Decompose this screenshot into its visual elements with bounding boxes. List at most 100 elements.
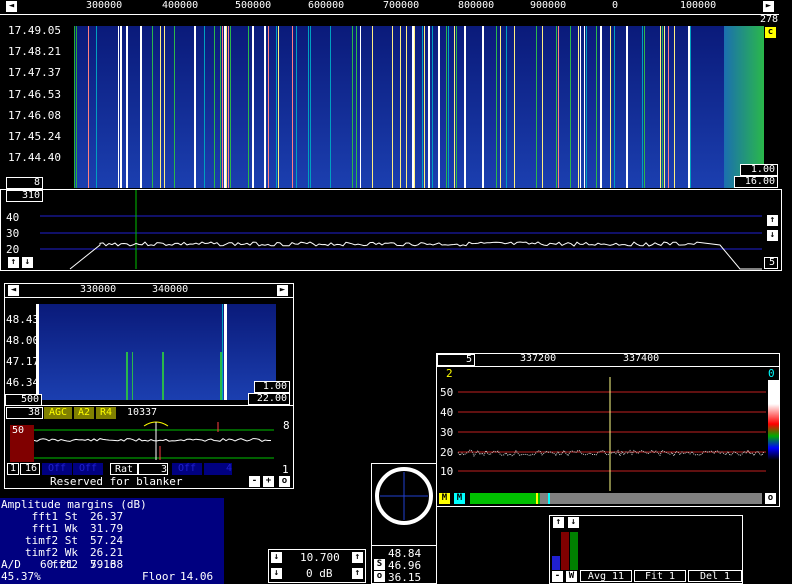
main-freq-label: 800000 [458,0,495,11]
floor-label: Floor [142,570,176,583]
sub-right-num: 8 [283,419,290,432]
amplitude-row-label: fft2 [51,558,79,571]
agc-down-button[interactable]: ↓ [568,517,579,528]
baseband-y-label: 30 [440,426,454,439]
avg-label: Avg [587,571,606,582]
baseband-freq-label: 337200 [520,353,557,364]
baseband-graph[interactable] [436,367,780,493]
main-freq-label: 100000 [680,0,717,11]
main-right-box-2[interactable]: 16.00 [734,176,778,188]
baseband-y-label: 50 [440,386,454,399]
baseband-o-button[interactable]: o [765,493,776,504]
meter-value-3: 36.15 [388,571,422,584]
four-button[interactable]: 4 [204,463,232,475]
main-spectrum-right-box[interactable]: 5 [764,257,778,269]
scroll-left-button[interactable]: ◄ [6,1,17,12]
agc-bar-green [570,532,578,570]
percent-value: 45.37% [1,570,41,583]
avg-control[interactable]: Avg 11 [580,570,632,582]
gain-freq-down-button[interactable]: ↓ [271,552,282,563]
reserved-blanker: Reserved for blanker [50,475,183,488]
main-left-box[interactable]: 8 [6,177,43,189]
fit-label: Fit [644,571,663,582]
meter-s-button[interactable]: S [374,559,385,570]
sub-right-box-1[interactable]: 1.00 [254,381,290,393]
scroll-right-button[interactable]: ► [763,1,774,12]
amplitude-row-value: 7.13 [90,558,117,571]
agc-up-button[interactable]: ↑ [553,517,564,528]
gain-db-up-button[interactable]: ↑ [352,568,363,579]
sub-bottom-1[interactable]: 1 [7,463,19,475]
avg-value: 11 [612,571,625,582]
spectrum-right-up-button[interactable]: ↑ [767,215,778,226]
main-time-label: 17.49.05 [8,24,61,37]
sub-time-label: 46.34 [6,376,40,389]
main-freq-label: 700000 [383,0,420,11]
main-freq-label: 300000 [86,0,123,11]
main-spectrum-graph[interactable] [0,189,782,271]
baseband-y-label: 20 [440,446,454,459]
off-button-1[interactable]: Off [42,463,72,475]
sub-scroll-right-button[interactable]: ► [277,285,288,296]
sub-time-label: 47.17 [6,355,40,368]
floor-value: 14.06 [180,570,214,583]
off-button-2[interactable]: Off [73,463,103,475]
baseband-top-box[interactable]: 5 [437,354,475,366]
meter-o-button[interactable]: o [374,571,385,582]
main-freq-label: 400000 [162,0,199,11]
sub-right-one: 1 [282,463,289,476]
del-control[interactable]: Del 1 [688,570,742,582]
color-scale [768,380,779,460]
gain-db-down-button[interactable]: ↓ [271,568,282,579]
c-button[interactable]: c [765,27,776,38]
main-freq-label: 600000 [308,0,345,11]
main-time-label: 17.46.08 [8,109,61,122]
main-freq-label: 900000 [530,0,567,11]
m-button-1[interactable]: M [439,493,450,504]
sub-waterfall-display[interactable] [36,304,276,400]
main-time-label: 17.44.40 [8,151,61,164]
fit-control[interactable]: Fit 1 [634,570,686,582]
spectrum-up-button[interactable]: ↑ [8,257,19,268]
baseband-y-label: 10 [440,465,454,478]
rat-value[interactable]: 3 [138,463,168,475]
sub-o-button[interactable]: o [279,476,290,487]
main-spectrum-y-40: 40 [6,211,20,224]
main-time-label: 17.45.24 [8,130,61,143]
meter-scope[interactable] [372,464,436,528]
baseband-progress[interactable] [470,493,762,504]
sub-spectrum-graph[interactable] [4,418,294,462]
off-button-3[interactable]: Off [172,463,202,475]
sub-scroll-left-button[interactable]: ◄ [8,285,19,296]
main-freq-label: 500000 [235,0,272,11]
spectrum-down-button[interactable]: ↓ [22,257,33,268]
main-time-label: 17.48.21 [8,45,61,58]
agc-minus-button[interactable]: - [552,571,563,582]
baseband-y-label: 40 [440,406,454,419]
gain-db-value: 0 dB [306,567,333,580]
del-label: Del [699,571,718,582]
level-box[interactable]: 50 [12,425,34,437]
agc-w-button[interactable]: W [566,571,577,582]
spectrum-right-down-button[interactable]: ↓ [767,230,778,241]
main-right-box-1[interactable]: 1.00 [740,164,778,176]
m-button-2[interactable]: M [454,493,465,504]
gain-freq-value: 10.700 [300,551,340,564]
sub-minus-button[interactable]: - [249,476,260,487]
main-spectrum-y-20: 20 [6,243,20,256]
sub-bottom-16[interactable]: 16 [20,463,40,475]
gain-freq-up-button[interactable]: ↑ [352,552,363,563]
main-freq-scale: ◄ ► 300000 400000 500000 600000 700000 800000… [0,0,779,15]
del-value: 1 [724,571,731,582]
sub-plus-button[interactable]: + [263,476,274,487]
rat-label: Rat [110,463,138,475]
fit-value: 1 [669,571,676,582]
sub-time-label: 48.43 [6,313,40,326]
main-freq-label: 0 [612,0,619,11]
main-spectrum-y-30: 30 [6,227,20,240]
agc-bar-red [561,532,569,570]
agc-bar-blue [552,556,560,570]
main-waterfall-display[interactable] [74,26,764,188]
sub-right-box-2[interactable]: 22.00 [248,393,290,405]
sub-time-label: 48.00 [6,334,40,347]
